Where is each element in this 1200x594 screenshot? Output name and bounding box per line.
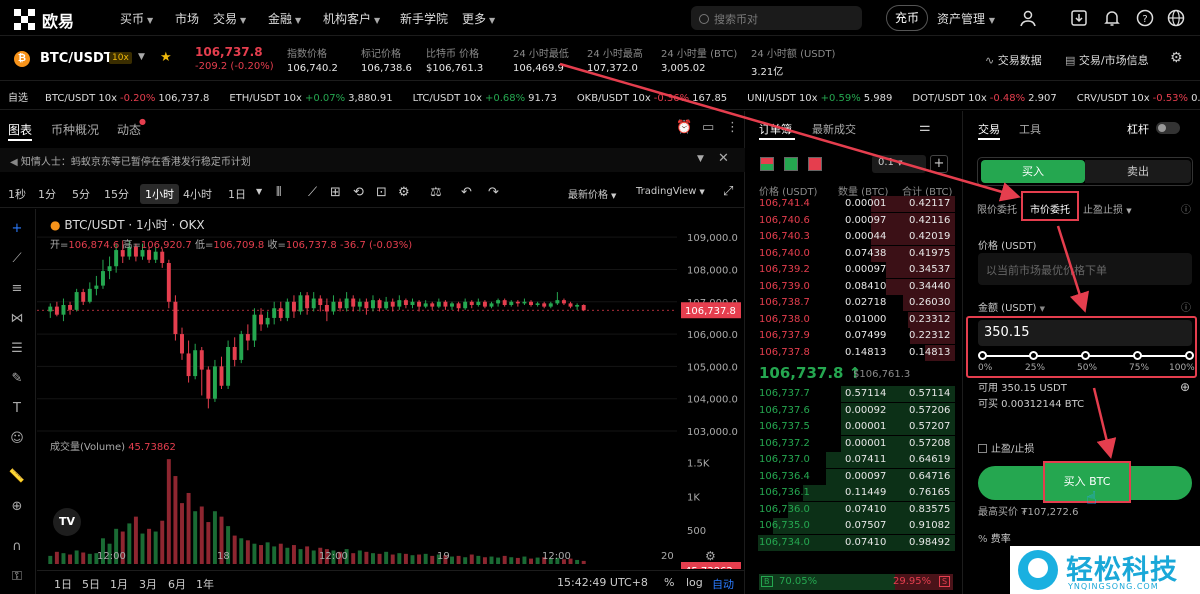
annotation-arrows	[559, 62, 1117, 459]
watermark-logo-inner	[1028, 558, 1048, 578]
watermark: 轻松科技 YNQINGSONG.COM	[1010, 546, 1200, 594]
watermark-url: YNQINGSONG.COM	[1068, 582, 1159, 591]
arrow-to-amount	[1056, 225, 1089, 313]
arrow-to-buy-button	[1092, 387, 1117, 459]
arrow-to-market-order	[559, 62, 1021, 202]
